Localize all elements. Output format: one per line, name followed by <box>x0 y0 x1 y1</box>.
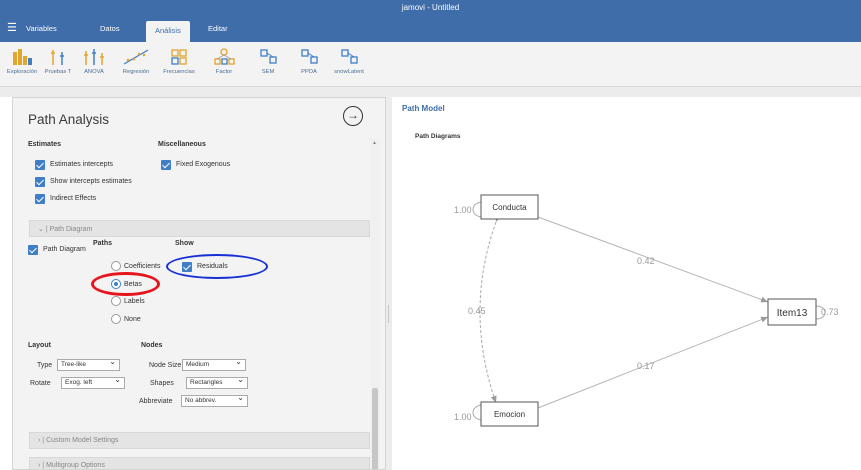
path-diagram-checkbox[interactable] <box>28 245 38 255</box>
miscellaneous-heading: Miscellaneous <box>158 141 206 148</box>
ppda-icon <box>301 49 318 64</box>
paths-none-radio[interactable] <box>111 314 121 324</box>
paths-coefficients-radio[interactable] <box>111 261 121 271</box>
layout-rotate-label: Rotate <box>30 380 51 387</box>
residual-value-emocion: 1.00 <box>454 412 472 422</box>
estimates-intercepts-label: Estimates intercepts <box>50 161 114 168</box>
chevron-right-icon: › <box>38 437 41 444</box>
path-coefficient-emocion: 0.17 <box>637 361 655 371</box>
tab-editar[interactable]: Editar <box>208 24 228 33</box>
path-diagram: Conducta Emocion Item13 1.00 1.00 0.73 0… <box>454 194 839 427</box>
custom-model-settings-section[interactable]: › | Custom Model Settings <box>29 432 370 449</box>
abbreviate-label: Abbreviate <box>139 398 173 405</box>
path-coefficient-conducta: 0.42 <box>637 256 655 266</box>
custom-model-settings-label: Custom Model Settings <box>46 437 119 444</box>
ribbon-label-sem: SEM <box>261 69 275 75</box>
ribbon-sem-button[interactable]: SEM <box>246 47 290 75</box>
ribbon-label-factor: Factor <box>215 69 233 75</box>
paths-heading: Paths <box>93 240 113 247</box>
analysis-ribbon: Exploración Pruebas T ANOVA Regresión Fr… <box>0 42 861 87</box>
node-size-label: Node Size <box>149 362 182 369</box>
node-emocion-label: Emocion <box>494 410 525 419</box>
ribbon-factor-button[interactable]: Factor <box>202 47 246 75</box>
shapes-select[interactable]: Rectangles <box>186 375 248 389</box>
show-intercepts-checkbox[interactable] <box>35 177 45 187</box>
show-heading: Show <box>175 240 194 247</box>
estimates-intercepts-checkbox[interactable] <box>35 160 45 170</box>
nodes-heading: Nodes <box>141 342 163 349</box>
multigroup-options-section[interactable]: › | Multigroup Options <box>29 457 370 469</box>
window-title: jamovi - Untitled <box>401 3 460 12</box>
shapes-label: Shapes <box>150 380 174 387</box>
ribbon-label-regression: Regresión <box>122 69 150 75</box>
options-panel: Path Analysis → Estimates Miscellaneous … <box>12 97 386 470</box>
layout-rotate-select[interactable]: Exog. left <box>61 375 125 389</box>
title-bar: jamovi - Untitled ☰ Variables Datos Anál… <box>0 0 861 42</box>
fixed-exogenous-checkbox[interactable] <box>161 160 171 170</box>
ribbon-label-frequencies: Frecuencias <box>163 69 195 75</box>
run-arrow-button[interactable]: → <box>343 106 363 126</box>
paths-none-label: None <box>124 316 141 323</box>
path-diagram-section[interactable]: ⌄ | Path Diagram <box>29 220 370 237</box>
red-highlight-ellipse <box>91 272 160 296</box>
path-diagram-section-label: Path Diagram <box>49 226 93 233</box>
sem-icon <box>260 49 277 64</box>
node-size-select[interactable]: Medium <box>182 357 246 371</box>
options-scrollbar-thumb[interactable] <box>372 388 378 469</box>
ribbon-frequencies-button[interactable]: Frecuencias <box>157 47 201 75</box>
chevron-down-icon: ⌄ <box>38 226 44 233</box>
panel-title: Path Analysis <box>28 112 110 127</box>
ribbon-label-snowlatent: snowLatent <box>334 69 364 75</box>
frequencies-icon <box>171 49 187 65</box>
ribbon-regression-button[interactable]: Regresión <box>114 47 158 75</box>
paths-labels-label: Labels <box>124 298 145 305</box>
splitter-grip-icon <box>388 305 389 323</box>
factor-icon <box>214 48 235 65</box>
multigroup-options-label: Multigroup Options <box>46 462 105 469</box>
ribbon-label-ppda: PPDA <box>301 69 317 75</box>
covariance-value: 0.45 <box>468 306 486 316</box>
layout-type-select[interactable]: Tree-like <box>57 357 120 371</box>
paths-labels-radio[interactable] <box>111 296 121 306</box>
path-diagram-label: Path Diagram <box>43 246 86 253</box>
scroll-up-arrow-icon[interactable]: ▲ <box>372 140 377 146</box>
tab-variables[interactable]: Variables <box>26 24 57 33</box>
abbreviate-select[interactable]: No abbrev. <box>181 393 248 407</box>
residual-value-conducta: 1.00 <box>454 205 472 215</box>
arrow-right-icon: → <box>347 108 359 122</box>
fixed-exogenous-label: Fixed Exogenous <box>176 161 231 168</box>
anova-icon <box>84 49 104 65</box>
regression-icon <box>123 49 149 65</box>
results-panel: Path Model Path Diagrams Conducta Emocio… <box>392 97 861 470</box>
ribbon-ppda-button[interactable]: PPDA <box>287 47 331 75</box>
node-item13-label: Item13 <box>777 308 808 319</box>
hamburger-menu-icon[interactable]: ☰ <box>7 23 17 34</box>
paths-coefficients-label: Coefficients <box>124 263 161 270</box>
blue-highlight-ellipse <box>166 254 268 279</box>
layout-type-label: Type <box>37 362 53 369</box>
show-intercepts-label: Show intercepts estimates <box>50 178 132 185</box>
chevron-right-icon: › <box>38 462 41 469</box>
indirect-effects-label: Indirect Effects <box>50 195 97 202</box>
indirect-effects-checkbox[interactable] <box>35 194 45 204</box>
node-conducta-label: Conducta <box>492 203 527 212</box>
snowlatent-icon <box>341 49 358 64</box>
ribbon-label-anova: ANOVA <box>84 69 104 75</box>
ribbon-snowlatent-button[interactable]: snowLatent <box>327 47 371 75</box>
residual-value-item13: 0.73 <box>821 307 839 317</box>
tab-datos[interactable]: Datos <box>100 24 120 33</box>
layout-heading: Layout <box>28 342 51 349</box>
estimates-heading: Estimates <box>28 141 62 148</box>
panel-gutter <box>0 87 861 97</box>
ribbon-anova-button[interactable]: ANOVA <box>72 47 116 75</box>
tab-analisis[interactable]: Análisis <box>146 21 190 42</box>
